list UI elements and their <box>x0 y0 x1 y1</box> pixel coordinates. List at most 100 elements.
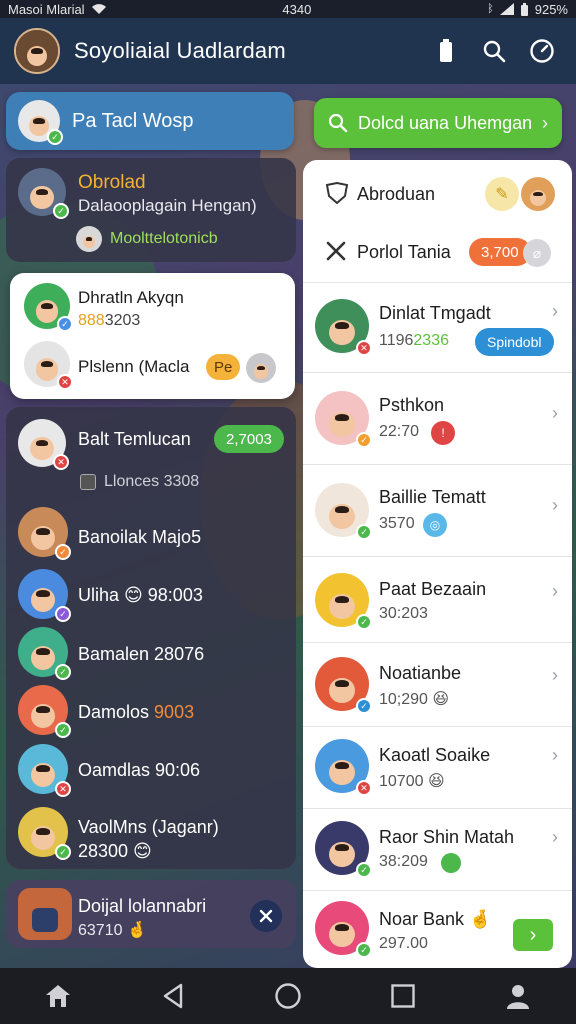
app-header: Soyoliaial Uadlardam <box>0 18 576 84</box>
conversation-name: Paat Bezaain <box>379 579 487 599</box>
search-icon <box>328 113 348 133</box>
status-badge-icon: ✕ <box>53 454 69 470</box>
profile-avatar[interactable] <box>14 28 60 74</box>
top-item-label[interactable]: Porlol Tania <box>357 242 451 263</box>
battery-level: 925% <box>534 1 568 17</box>
contacts-panel: ✕ Balt Temlucan 2,7003 Llonces 3308 ✓ Ba… <box>6 407 296 869</box>
contact-name[interactable]: Dhratln Akyqn <box>78 288 184 308</box>
contact-subtitle: Llonces 3308 <box>104 473 200 490</box>
status-badge-icon: ✓ <box>57 316 73 332</box>
back-icon[interactable] <box>143 972 203 1020</box>
contact-avatar: ✕ <box>18 419 69 470</box>
conversation-row[interactable]: ✓ Psthkon 22:70 ! › <box>303 372 572 464</box>
contact-name[interactable]: Banoilak Majo5 <box>78 527 201 548</box>
contact-avatar: ✕ <box>315 299 372 356</box>
bottom-chat-card[interactable]: Doijal lolannabri 63710 🤞 <box>6 880 296 948</box>
circle-home-icon[interactable] <box>258 972 318 1020</box>
tools-icon <box>326 241 346 261</box>
chevron-right-icon: › <box>552 581 558 601</box>
link-icon[interactable]: ⌀ <box>523 239 551 267</box>
speed-gauge-icon[interactable] <box>522 31 562 71</box>
wifi-icon <box>91 4 106 14</box>
status-badge-icon: ✓ <box>356 942 372 958</box>
current-chat-label: Pa Tacl Wosp <box>72 109 194 132</box>
status-badge-icon: ✕ <box>356 340 372 356</box>
chat-name: Doijal lolannabri <box>78 896 207 916</box>
recents-icon[interactable] <box>373 972 433 1020</box>
close-icon[interactable] <box>250 900 282 932</box>
contact-name-accent: 9003 <box>154 702 195 722</box>
contact-name-text: Damolos <box>78 702 150 722</box>
conversation-subtitle-accent: 2336 <box>413 332 449 349</box>
profile-icon[interactable] <box>488 972 548 1020</box>
status-badge-icon: ✓ <box>55 606 71 622</box>
conversation-row[interactable]: ✕ Kaoatl Soaike 10700 😆 › <box>303 726 572 808</box>
search-contacts-button[interactable]: Dolcd uana Uhemgan › <box>314 98 562 148</box>
conversation-name: Raor Shin Matah <box>379 827 515 847</box>
open-chat-button[interactable]: › <box>513 919 553 951</box>
group-avatar: ✓ <box>18 168 69 219</box>
status-badge-icon: ✓ <box>356 432 372 448</box>
chevron-right-icon: › <box>552 745 558 765</box>
top-item-label[interactable]: Abroduan <box>357 184 435 205</box>
conversation-row[interactable]: ✓ Noatianbe 10;290 😆 › <box>303 642 572 726</box>
conversation-name: Baillie Tematt <box>379 487 486 507</box>
status-badge-icon: ✕ <box>55 781 71 797</box>
conversation-list-panel: Abroduan ✎ Porlol Tania 3,700 ⌀ ✕ Dinlat… <box>303 160 572 968</box>
count-pill[interactable]: 3,700 <box>469 238 531 266</box>
status-badge-icon: ✓ <box>47 129 63 145</box>
home-icon[interactable] <box>28 972 88 1020</box>
battery-saver-icon[interactable] <box>426 31 466 71</box>
status-pill[interactable]: Spindobl <box>475 328 554 356</box>
conversation-row[interactable]: ✓ Raor Shin Matah 38:209 › <box>303 808 572 890</box>
contact-name[interactable]: Balt Temlucan <box>78 429 191 450</box>
conversation-subtitle-prefix: 1196 <box>379 332 414 349</box>
contact-avatar: ✓ <box>315 901 372 958</box>
conversation-row[interactable]: ✓ Baillie Tematt 3570 ◎ › <box>303 464 572 556</box>
contact-name[interactable]: Oamdlas 90:06 <box>78 760 200 781</box>
group-panel[interactable]: ✓ Obrolad Dalaooplagain Hengan) Moolttel… <box>6 158 296 262</box>
selected-contacts-panel: ✓ Dhratln Akyqn 8883203 ✕ Plslenn (Macla… <box>10 273 295 399</box>
conversation-row[interactable]: ✕ Dinlat Tmgadt 11962336 › Spindobl <box>303 282 572 372</box>
contact-avatar: ✓ <box>18 569 71 622</box>
contact-avatar: ✕ <box>315 739 372 796</box>
contact-name[interactable]: Uliha 😊 98:003 <box>78 585 203 606</box>
online-dot-icon <box>441 853 461 873</box>
conversation-name: Kaoatl Soaike <box>379 745 491 765</box>
globe-icon: ◎ <box>423 513 447 537</box>
contact-name[interactable]: Bamalen 28076 <box>78 644 204 665</box>
contact-name[interactable]: Plslenn (Macla <box>78 357 190 377</box>
conversation-row[interactable]: ✓ Paat Bezaain 30:203 › <box>303 556 572 642</box>
contact-subtitle-value: 3203 <box>104 312 141 329</box>
contact-name[interactable]: Damolos 9003 <box>78 702 194 723</box>
conversation-subtitle: 297.00 <box>379 935 428 952</box>
status-badge-icon: ✕ <box>356 780 372 796</box>
chat-subtitle: 63710 🤞 <box>78 922 147 939</box>
status-badge-icon: ✓ <box>356 698 372 714</box>
chat-avatar: ✓ <box>18 100 63 145</box>
chat-avatar <box>18 888 72 940</box>
conversation-subtitle: 10;290 😆 <box>379 691 450 708</box>
conversation-name: Noatianbe <box>379 663 462 683</box>
contact-avatar: ✓ <box>18 627 71 680</box>
shield-icon <box>325 182 349 204</box>
contact-name[interactable]: VaolMns (Jaganr) <box>78 817 219 838</box>
conversation-name: Noar Bank 🤞 <box>379 909 492 929</box>
contact-avatar: ✓ <box>18 807 71 860</box>
clock: 4340 <box>282 1 312 17</box>
conversation-subtitle: 30:203 <box>379 605 428 622</box>
conversation-row[interactable]: ✓ Noar Bank 🤞 297.00 › <box>303 890 572 968</box>
status-badge-icon: ✓ <box>55 544 71 560</box>
contact-pill[interactable]: 2,7003 <box>214 425 284 453</box>
contact-pill[interactable]: Pe <box>206 354 241 380</box>
status-badge-icon: ✕ <box>57 374 73 390</box>
search-icon[interactable] <box>474 31 514 71</box>
chevron-right-icon: › <box>552 665 558 685</box>
current-chat-card[interactable]: ✓ Pa Tacl Wosp <box>6 92 294 150</box>
chevron-right-icon: › <box>552 827 558 847</box>
contact-avatar: ✕ <box>18 744 71 797</box>
status-badge-icon: ✓ <box>55 664 71 680</box>
contact-subtitle: 8883203 <box>78 312 140 330</box>
chevron-right-icon: › <box>552 301 558 321</box>
checkbox[interactable] <box>80 474 96 490</box>
